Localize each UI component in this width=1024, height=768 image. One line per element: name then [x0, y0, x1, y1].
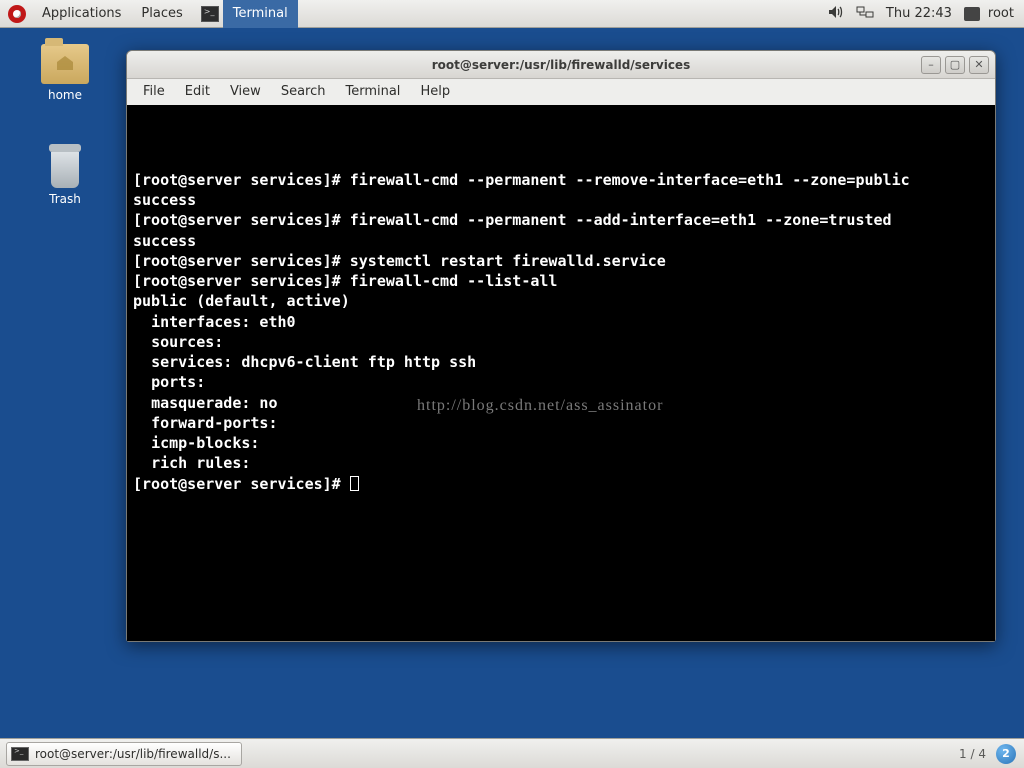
menu-help[interactable]: Help [410, 79, 460, 105]
terminal-icon [201, 6, 219, 22]
network-icon[interactable] [856, 5, 874, 23]
terminal-line: public (default, active) [133, 291, 989, 311]
terminal-line: [root@server services]# systemctl restar… [133, 251, 989, 271]
maximize-button[interactable]: ▢ [945, 56, 965, 74]
terminal-line: rich rules: [133, 453, 989, 473]
desktop-icon-label: home [30, 88, 100, 102]
places-menu[interactable]: Places [131, 0, 192, 28]
terminal-line: [root@server services]# firewall-cmd --l… [133, 271, 989, 291]
minimize-button[interactable]: – [921, 56, 941, 74]
terminal-window: root@server:/usr/lib/firewalld/services … [126, 50, 996, 642]
distro-logo-icon[interactable] [8, 5, 26, 23]
user-icon [964, 7, 980, 21]
terminal-line: success [133, 190, 989, 210]
user-label: root [988, 6, 1014, 21]
desktop-icon-label: Trash [30, 192, 100, 206]
taskbar-terminal-button[interactable]: root@server:/usr/lib/firewalld/s... [6, 742, 242, 766]
terminal-line: interfaces: eth0 [133, 312, 989, 332]
terminal-line: ports: [133, 372, 989, 392]
menu-terminal[interactable]: Terminal [335, 79, 410, 105]
menu-edit[interactable]: Edit [175, 79, 220, 105]
clock[interactable]: Thu 22:43 [886, 6, 952, 21]
workspace-count-label: 1 / 4 [959, 747, 986, 761]
terminal-icon [11, 747, 29, 761]
terminal-line: services: dhcpv6-client ftp http ssh [133, 352, 989, 372]
terminal-cursor [350, 476, 359, 491]
terminal-line: [root@server services]# [133, 474, 989, 494]
window-menubar: File Edit View Search Terminal Help [127, 79, 995, 105]
terminal-viewport[interactable]: http://blog.csdn.net/ass_assinator [root… [127, 105, 995, 641]
active-window-title[interactable]: Terminal [223, 0, 298, 28]
trash-icon [45, 140, 85, 188]
terminal-line: success [133, 231, 989, 251]
close-button[interactable]: ✕ [969, 56, 989, 74]
taskbar-task-label: root@server:/usr/lib/firewalld/s... [35, 747, 231, 761]
volume-icon[interactable] [828, 5, 844, 23]
top-panel: Applications Places Terminal Thu 22:43 r… [0, 0, 1024, 28]
window-title: root@server:/usr/lib/firewalld/services [127, 58, 995, 72]
desktop-trash[interactable]: Trash [30, 140, 100, 206]
menu-search[interactable]: Search [271, 79, 336, 105]
window-titlebar[interactable]: root@server:/usr/lib/firewalld/services … [127, 51, 995, 79]
folder-icon [41, 44, 89, 84]
workspace-switcher[interactable]: 2 [996, 744, 1016, 764]
terminal-line: [root@server services]# firewall-cmd --p… [133, 210, 989, 230]
user-menu[interactable]: root [964, 6, 1014, 21]
desktop-home-folder[interactable]: home [30, 44, 100, 102]
menu-view[interactable]: View [220, 79, 271, 105]
menu-file[interactable]: File [133, 79, 175, 105]
bottom-panel: root@server:/usr/lib/firewalld/s... 1 / … [0, 738, 1024, 768]
watermark-text: http://blog.csdn.net/ass_assinator [417, 395, 663, 417]
terminal-line: [root@server services]# firewall-cmd --p… [133, 170, 989, 190]
terminal-line: sources: [133, 332, 989, 352]
terminal-line: icmp-blocks: [133, 433, 989, 453]
applications-menu[interactable]: Applications [32, 0, 131, 28]
